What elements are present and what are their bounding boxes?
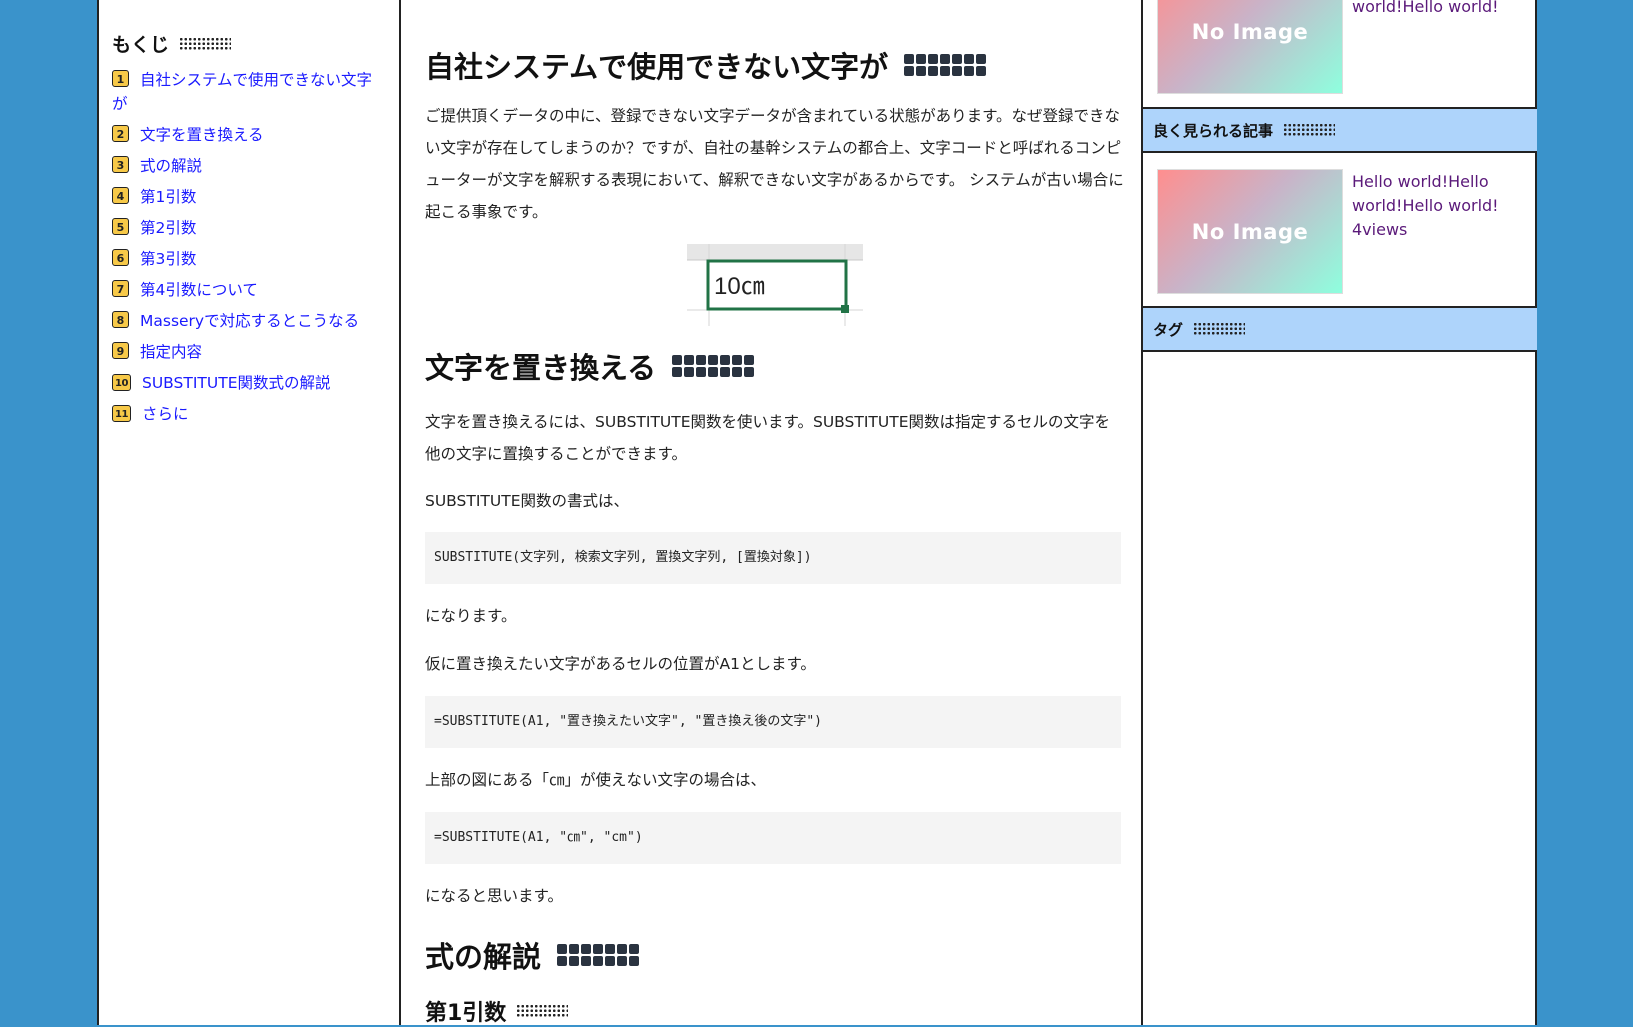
dots-decoration-icon [1283, 123, 1336, 137]
toc-number-badge: 6 [112, 249, 129, 266]
toc-number-badge: 4 [112, 187, 129, 204]
paragraph: ご提供頂くデータの中に、登録できない文字データが含まれている状態があります。なぜ… [425, 107, 1124, 221]
subsection-heading: 第1引数 [425, 995, 569, 1027]
toc-number-badge: 5 [112, 218, 129, 235]
post-title-link[interactable]: Hello world!Hello world!Hello world! 4vi… [1352, 170, 1522, 242]
code-block: SUBSTITUTE(文字列, 検索文字列, 置換文字列, [置換対象]) [425, 532, 1121, 584]
paragraph: になります。 [425, 607, 517, 625]
paragraph: 仮に置き換えたい文字があるセルの位置がA1とします。 [425, 655, 816, 673]
widget-title: タグ [1153, 320, 1184, 339]
excel-cell-text: 10㎝ [714, 273, 765, 300]
toc-heading: もくじ [112, 30, 232, 57]
paragraph: 文字を置き換えるには、SUBSTITUTE関数を使います。SUBSTITUTE関… [425, 413, 1110, 463]
toc-item-label: Masseryで対応するとこうなる [140, 312, 360, 330]
toc-number-badge: 1 [112, 70, 129, 87]
toc-sidebar: もくじ 1 自社システムで使用できない文字が 2 文字を置き換える 3 式の解説 4第… [99, 0, 401, 1025]
toc-item-label: 第2引数 [140, 219, 197, 237]
toc-item-label: 文字を置き換える [140, 126, 264, 144]
toc-item[interactable]: 2 文字を置き換える [112, 123, 384, 147]
toc-item[interactable]: 4 第1引数 [112, 185, 384, 209]
section-heading: 自社システムで使用できない文字が [425, 44, 987, 86]
dots-decoration-icon [516, 1004, 569, 1018]
paragraph: SUBSTITUTE関数の書式は、 [425, 492, 629, 510]
toc-number-badge: 2 [112, 125, 129, 142]
dots-decoration-icon [179, 36, 232, 51]
toc-number-badge: 11 [112, 405, 131, 422]
paragraph: になると思います。 [425, 887, 563, 905]
post-thumbnail[interactable]: No Image [1158, 170, 1342, 293]
widget-title: 良く見られる記事 [1153, 121, 1274, 140]
code-block: =SUBSTITUTE(A1, "㎝", "cm") [425, 812, 1121, 864]
section-heading-text: 自社システムで使用できない文字が [425, 50, 889, 84]
right-sidebar: No Image world!Hello world! 良く見られる記事 No … [1143, 0, 1537, 1025]
toc-item-label: 第4引数について [140, 281, 258, 299]
section-heading-text: 式の解説 [425, 940, 542, 974]
section-heading-text: 文字を置き換える [425, 351, 657, 385]
toc-number-badge: 7 [112, 280, 129, 297]
toc-item[interactable]: 7 第4引数について [112, 278, 384, 302]
toc-item-label: SUBSTITUTE関数式の解説 [142, 374, 331, 392]
post-title-link[interactable]: world!Hello world! [1352, 0, 1522, 19]
section-heading: 文字を置き換える [425, 345, 755, 387]
subsection-heading-text: 第1引数 [425, 1001, 507, 1026]
toc-title-text: もくじ [112, 34, 170, 56]
toc-item[interactable]: 9 指定内容 [112, 340, 384, 364]
toc-number-badge: 8 [112, 311, 129, 328]
article-main: 自社システムで使用できない文字が ご提供頂くデータの中に、登録できない文字データ… [403, 0, 1143, 1027]
dots-decoration-icon [904, 54, 987, 76]
dots-decoration-icon [557, 944, 640, 966]
toc-item-label: 第1引数 [140, 188, 197, 206]
toc-item[interactable]: 8 Masseryで対応するとこうなる [112, 309, 384, 333]
paragraph: 上部の図にある「㎝」が使えない文字の場合は、 [425, 771, 767, 789]
toc-item-label: 第3引数 [140, 250, 197, 268]
excel-cell-icon: 10㎝ [687, 244, 863, 326]
toc-item[interactable]: 6 第3引数 [112, 247, 384, 271]
tags-heading: タグ [1143, 306, 1537, 352]
toc-item-label: 自社システムで使用できない文字が [112, 71, 373, 113]
dots-decoration-icon [1193, 322, 1246, 336]
excel-cell-image: 10㎝ [687, 244, 863, 326]
toc-item[interactable]: 5 第2引数 [112, 216, 384, 240]
toc-list: 1 自社システムで使用できない文字が 2 文字を置き換える 3 式の解説 4 第1引数 … [112, 68, 384, 433]
toc-item[interactable]: 11 さらに [112, 402, 384, 426]
toc-item-label: 指定内容 [140, 343, 203, 361]
section-heading: 式の解説 [425, 934, 640, 976]
toc-item-label: 式の解説 [140, 157, 203, 175]
code-block: =SUBSTITUTE(A1, "置き換えたい文字", "置き換え後の文字") [425, 696, 1121, 748]
post-title-text: Hello world!Hello world!Hello world! [1352, 172, 1499, 215]
toc-number-badge: 10 [112, 374, 131, 391]
post-views-count: 4views [1352, 220, 1408, 239]
toc-number-badge: 3 [112, 156, 129, 173]
page-container: もくじ 1 自社システムで使用できない文字が 2 文字を置き換える 3 式の解説 4第… [97, 0, 1537, 1027]
toc-item[interactable]: 10 SUBSTITUTE関数式の解説 [112, 371, 384, 395]
toc-item[interactable]: 1 自社システムで使用できない文字が [112, 68, 384, 116]
post-thumbnail[interactable]: No Image [1158, 0, 1342, 93]
dots-decoration-icon [672, 355, 755, 377]
toc-item-label: さらに [142, 405, 189, 423]
toc-number-badge: 9 [112, 342, 129, 359]
toc-item[interactable]: 3 式の解説 [112, 154, 384, 178]
popular-posts-heading: 良く見られる記事 [1143, 107, 1537, 153]
